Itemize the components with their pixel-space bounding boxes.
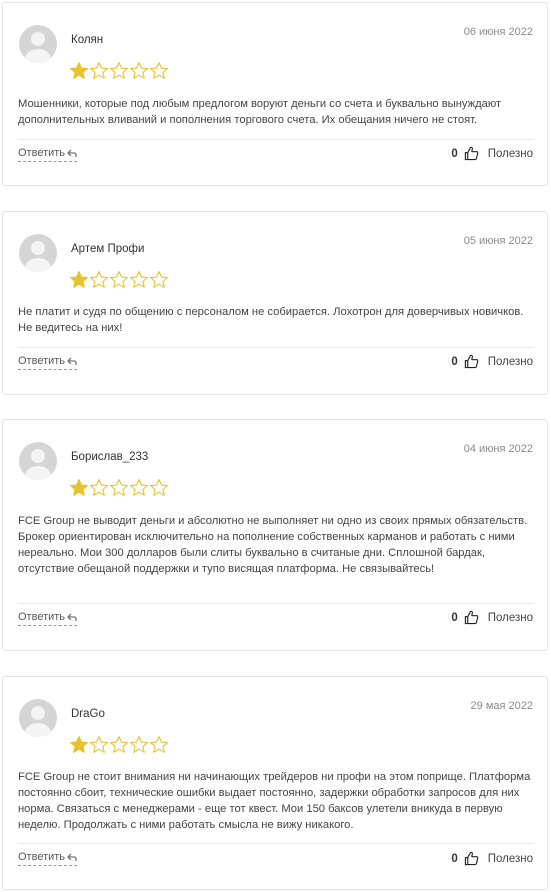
divider bbox=[18, 843, 533, 844]
likes-count: 0 bbox=[451, 147, 458, 160]
reply-button[interactable]: Ответить bbox=[18, 147, 78, 162]
review-date: 04 июня 2022 bbox=[463, 443, 533, 455]
useful-block: 0 Полезно bbox=[451, 146, 533, 161]
star-empty-icon bbox=[90, 479, 108, 496]
likes-count: 0 bbox=[451, 355, 458, 368]
review-text: Мошенники, которые под любым предлогом в… bbox=[18, 98, 502, 126]
review-date: 29 мая 2022 bbox=[470, 700, 533, 712]
star-empty-icon bbox=[90, 271, 108, 288]
divider bbox=[18, 139, 533, 140]
useful-block: 0 Полезно bbox=[451, 851, 533, 866]
avatar bbox=[19, 442, 57, 480]
review-card: Колян 06 июня 2022 Мошенники, которые по… bbox=[2, 2, 548, 186]
star-empty-icon bbox=[110, 62, 128, 79]
star-filled-icon bbox=[70, 62, 88, 79]
star-rating bbox=[69, 735, 169, 755]
star-rating bbox=[69, 61, 169, 81]
star-filled-icon bbox=[70, 736, 88, 753]
thumbs-up-icon[interactable] bbox=[464, 146, 479, 161]
star-empty-icon bbox=[130, 62, 148, 79]
reply-icon bbox=[67, 149, 77, 157]
reply-label: Ответить bbox=[18, 851, 66, 863]
useful-label: Полезно bbox=[487, 611, 533, 624]
review-author: Борислав_233 bbox=[71, 451, 149, 463]
useful-label: Полезно bbox=[487, 852, 533, 865]
review-date: 05 июня 2022 bbox=[463, 235, 533, 247]
avatar bbox=[19, 699, 57, 737]
review-text: Не платит и судя по общению с персоналом… bbox=[18, 306, 524, 334]
star-empty-icon bbox=[90, 736, 108, 753]
thumbs-up-icon[interactable] bbox=[464, 354, 479, 369]
star-empty-icon bbox=[150, 479, 168, 496]
useful-label: Полезно bbox=[487, 147, 533, 160]
star-filled-icon bbox=[70, 271, 88, 288]
reply-icon bbox=[67, 853, 77, 861]
review-text: FCE Group не выводит деньги и абсолютно … bbox=[18, 515, 528, 575]
useful-label: Полезно bbox=[487, 355, 533, 368]
review-author: Колян bbox=[71, 34, 104, 46]
reply-icon bbox=[67, 357, 77, 365]
useful-block: 0 Полезно bbox=[451, 610, 533, 625]
star-empty-icon bbox=[150, 62, 168, 79]
review-card: Артем Профи 05 июня 2022 Не платит и суд… bbox=[2, 211, 548, 395]
useful-block: 0 Полезно bbox=[451, 354, 533, 369]
likes-count: 0 bbox=[451, 611, 458, 624]
star-empty-icon bbox=[150, 271, 168, 288]
reply-label: Ответить bbox=[18, 147, 66, 159]
star-empty-icon bbox=[90, 62, 108, 79]
reply-button[interactable]: Ответить bbox=[18, 611, 78, 626]
star-empty-icon bbox=[150, 736, 168, 753]
star-filled-icon bbox=[70, 479, 88, 496]
divider bbox=[18, 603, 533, 604]
reply-icon bbox=[67, 613, 77, 621]
reply-button[interactable]: Ответить bbox=[18, 355, 78, 370]
divider bbox=[18, 347, 533, 348]
review-card: DraGo 29 мая 2022 FCE Group не стоит вни… bbox=[2, 676, 548, 890]
reply-button[interactable]: Ответить bbox=[18, 851, 78, 866]
star-empty-icon bbox=[110, 271, 128, 288]
avatar bbox=[19, 25, 57, 63]
review-author: Артем Профи bbox=[71, 243, 145, 255]
review-card: Борислав_233 04 июня 2022 FCE Group не в… bbox=[2, 419, 548, 651]
review-text: FCE Group не стоит внимания ни начинающи… bbox=[18, 771, 531, 831]
star-empty-icon bbox=[130, 736, 148, 753]
star-rating bbox=[69, 270, 169, 290]
thumbs-up-icon[interactable] bbox=[464, 610, 479, 625]
likes-count: 0 bbox=[451, 852, 458, 865]
avatar bbox=[19, 234, 57, 272]
star-empty-icon bbox=[110, 479, 128, 496]
star-empty-icon bbox=[130, 479, 148, 496]
star-empty-icon bbox=[130, 271, 148, 288]
reply-label: Ответить bbox=[18, 611, 66, 623]
star-rating bbox=[69, 478, 169, 498]
reply-label: Ответить bbox=[18, 355, 66, 367]
star-empty-icon bbox=[110, 736, 128, 753]
thumbs-up-icon[interactable] bbox=[464, 851, 479, 866]
review-author: DraGo bbox=[71, 708, 105, 720]
review-date: 06 июня 2022 bbox=[463, 26, 533, 38]
